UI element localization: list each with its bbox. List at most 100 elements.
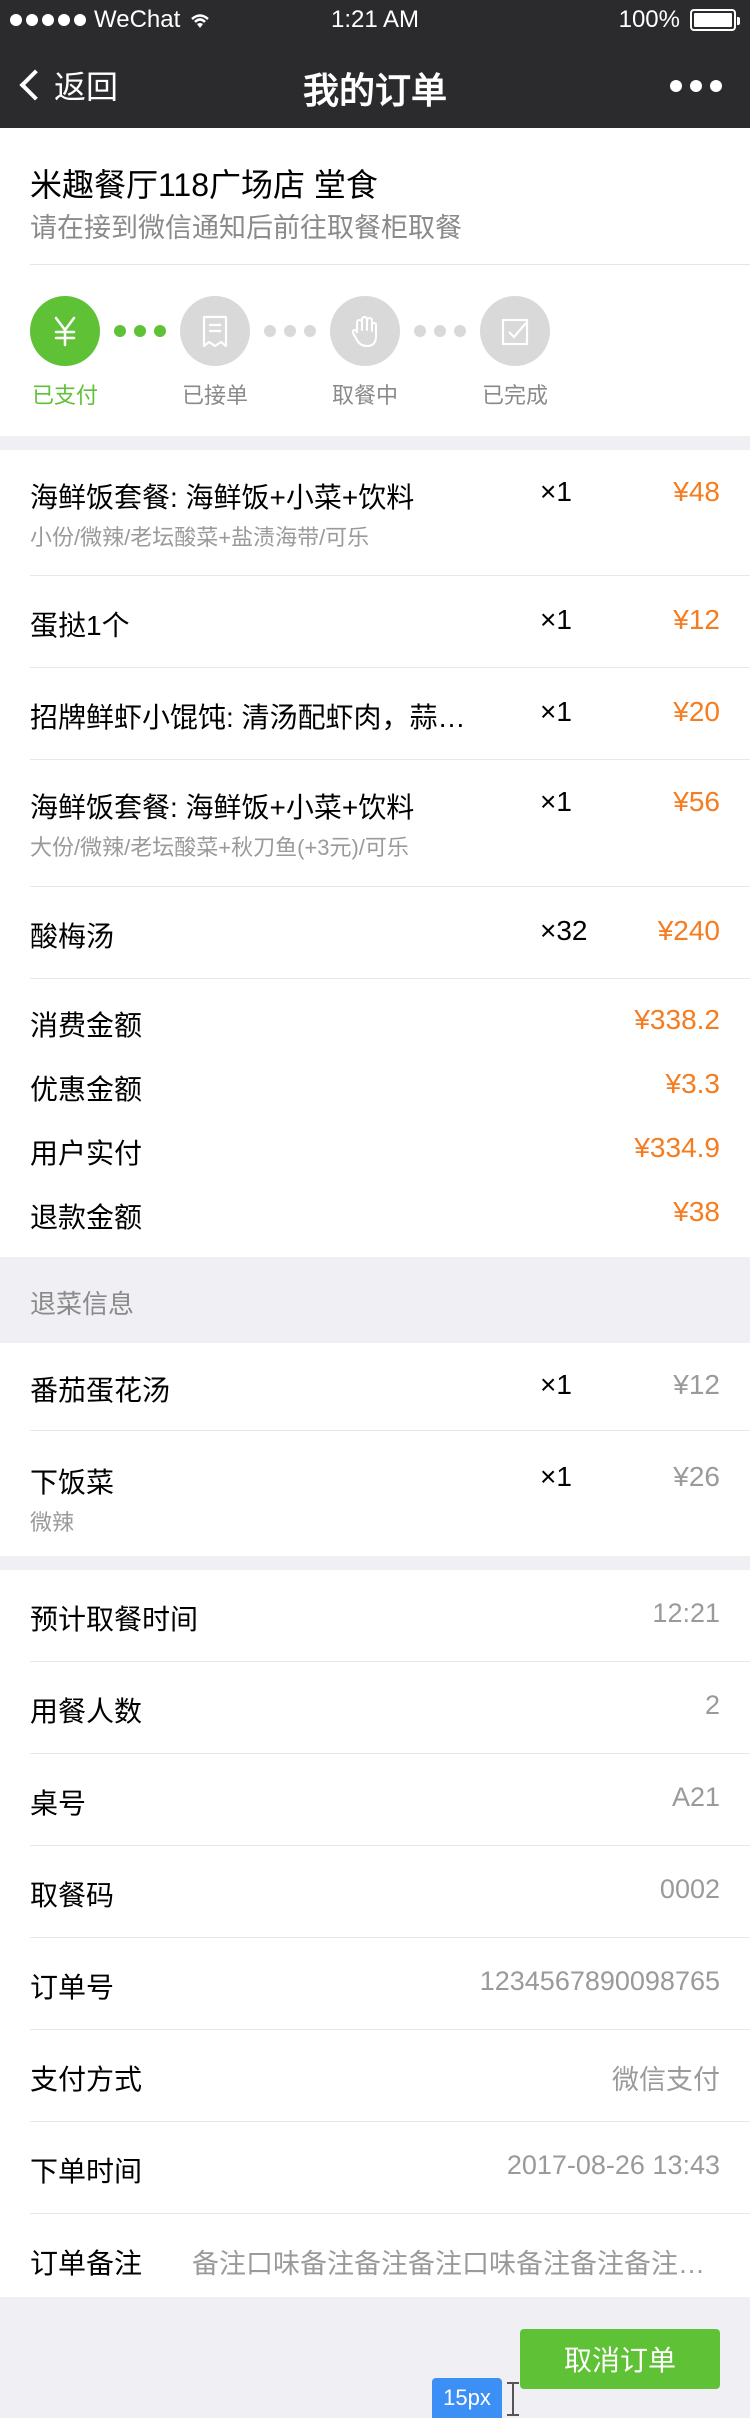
list-item: 海鲜饭套餐: 海鲜饭+小菜+饮料 大份/微辣/老坛酸菜+秋刀鱼(+3元)/可乐 … — [0, 760, 750, 886]
order-info: 预计取餐时间 12:21 用餐人数 2 桌号 A21 取餐码 0002 订单号 … — [0, 1570, 750, 2297]
item-qty: ×1 — [540, 1369, 572, 1400]
step-label: 已完成 — [481, 383, 548, 408]
order-header: 米趣餐厅118广场店 堂食 请在接到微信通知后前往取餐柜取餐 已支付 已接单 取… — [0, 128, 750, 436]
info-label: 用餐人数 — [30, 1696, 143, 1727]
list-item: 酸梅汤 ×32 ¥240 — [0, 887, 750, 978]
item-spec: 大份/微辣/老坛酸菜+秋刀鱼(+3元)/可乐 — [30, 835, 409, 860]
item-price: ¥12 — [673, 1369, 720, 1400]
order-note-value: 备注口味备注备注备注口味备注备注备注… — [192, 2249, 705, 2279]
item-qty: ×1 — [540, 1461, 572, 1492]
item-price: ¥12 — [673, 604, 720, 635]
more-dot-icon — [670, 80, 682, 92]
list-item: 番茄蛋花汤 ×1 ¥12 — [0, 1343, 750, 1430]
receipt-icon — [180, 296, 250, 366]
info-value: 0002 — [659, 1874, 720, 1904]
item-price: ¥48 — [673, 476, 720, 507]
order-items: 海鲜饭套餐: 海鲜饭+小菜+饮料 小份/微辣/老坛酸菜+盐渍海带/可乐 ×1 ¥… — [0, 450, 750, 1257]
summary-value: ¥338.2 — [634, 1004, 720, 1035]
item-name: 蛋挞1个 — [30, 610, 130, 641]
item-qty: ×1 — [540, 696, 572, 727]
list-item: 招牌鲜虾小馄饨: 清汤配虾肉，蒜… ×1 ¥20 — [0, 668, 750, 759]
info-label: 订单号 — [30, 1972, 115, 2003]
bottom-bar: 取消订单 — [0, 2297, 750, 2418]
info-row: 订单号 1234567890098765 — [0, 1938, 750, 2030]
spacing-annotation-badge: 15px — [432, 2378, 502, 2418]
info-row: 下单时间 2017-08-26 13:43 — [0, 2122, 750, 2214]
check-square-icon — [480, 296, 550, 366]
summary-label: 优惠金额 — [30, 1074, 143, 1105]
refund-items: 番茄蛋花汤 ×1 ¥12 下饭菜 微辣 ×1 ¥26 — [0, 1343, 750, 1556]
more-dot-icon — [710, 80, 722, 92]
info-row: 支付方式 微信支付 — [0, 2030, 750, 2122]
summary-row: 消费金额 ¥338.2 — [0, 992, 750, 1056]
step-label: 已支付 — [31, 383, 98, 408]
info-value: A21 — [671, 1782, 720, 1812]
item-name: 番茄蛋花汤 — [30, 1375, 171, 1406]
item-qty: ×32 — [540, 915, 588, 946]
step-connector — [114, 325, 166, 337]
summary-label: 用户实付 — [30, 1138, 143, 1169]
info-row: 用餐人数 2 — [0, 1662, 750, 1754]
battery-icon — [690, 9, 740, 31]
battery-group: 100% — [618, 6, 740, 34]
list-item: 海鲜饭套餐: 海鲜饭+小菜+饮料 小份/微辣/老坛酸菜+盐渍海带/可乐 ×1 ¥… — [0, 450, 750, 575]
step-label: 已接单 — [181, 383, 248, 408]
item-price: ¥240 — [657, 915, 720, 946]
battery-percent: 100% — [618, 6, 680, 33]
info-row: 桌号 A21 — [0, 1754, 750, 1846]
item-spec: 小份/微辣/老坛酸菜+盐渍海带/可乐 — [30, 525, 370, 550]
info-row: 预计取餐时间 12:21 — [0, 1570, 750, 1662]
item-name: 招牌鲜虾小馄饨: 清汤配虾肉，蒜… — [30, 702, 466, 733]
info-label: 订单备注 — [30, 2248, 143, 2279]
yuan-icon — [30, 296, 100, 366]
summary-row: 退款金额 ¥38 — [0, 1184, 750, 1248]
item-spec: 微辣 — [30, 1510, 75, 1535]
nav-bar: 返回 我的订单 — [0, 40, 750, 128]
divider — [30, 264, 750, 265]
item-qty: ×1 — [540, 786, 572, 817]
section-title: 退菜信息 — [30, 1289, 135, 1319]
summary-value: ¥3.3 — [665, 1068, 721, 1099]
refund-section-header: 退菜信息 — [0, 1257, 750, 1343]
info-label: 支付方式 — [30, 2064, 143, 2095]
step-connector — [414, 325, 466, 337]
summary-label: 退款金额 — [30, 1202, 143, 1233]
page-title: 我的订单 — [302, 70, 447, 111]
cancel-order-button[interactable]: 取消订单 — [520, 2329, 720, 2389]
more-button[interactable] — [670, 80, 722, 92]
info-value: 12:21 — [652, 1598, 720, 1628]
list-item: 下饭菜 微辣 ×1 ¥26 — [0, 1431, 750, 1556]
item-price: ¥20 — [673, 696, 720, 727]
list-item: 蛋挞1个 ×1 ¥12 — [0, 576, 750, 667]
status-bar: WeChat 1:21 AM 100% — [0, 0, 750, 40]
item-name: 下饭菜 — [30, 1467, 115, 1498]
step-accepted: 已接单 — [165, 296, 265, 410]
info-label: 预计取餐时间 — [30, 1604, 199, 1635]
summary-value: ¥334.9 — [634, 1132, 720, 1163]
info-value: 1234567890098765 — [479, 1966, 720, 1996]
more-dot-icon — [690, 80, 702, 92]
summary-row: 优惠金额 ¥3.3 — [0, 1056, 750, 1120]
info-row: 取餐码 0002 — [0, 1846, 750, 1938]
info-label: 下单时间 — [30, 2156, 143, 2187]
item-price: ¥26 — [673, 1461, 720, 1492]
summary-label: 消费金额 — [30, 1010, 143, 1041]
step-connector — [264, 325, 316, 337]
step-label: 取餐中 — [331, 383, 398, 408]
text-cursor-icon — [507, 2382, 519, 2416]
info-value: 2017-08-26 13:43 — [506, 2150, 720, 2180]
info-label: 取餐码 — [30, 1880, 115, 1911]
step-paid: 已支付 — [15, 296, 115, 410]
hand-icon — [330, 296, 400, 366]
step-completed: 已完成 — [465, 296, 565, 410]
item-name: 酸梅汤 — [30, 921, 115, 952]
info-value: 2 — [704, 1690, 720, 1720]
summary-value: ¥38 — [673, 1196, 720, 1227]
info-label: 桌号 — [30, 1788, 87, 1819]
info-value: 微信支付 — [612, 2065, 720, 2095]
step-picking: 取餐中 — [315, 296, 415, 410]
item-qty: ×1 — [540, 604, 572, 635]
item-qty: ×1 — [540, 476, 572, 507]
item-price: ¥56 — [673, 786, 720, 817]
shop-name: 米趣餐厅118广场店 堂食 — [30, 167, 378, 203]
